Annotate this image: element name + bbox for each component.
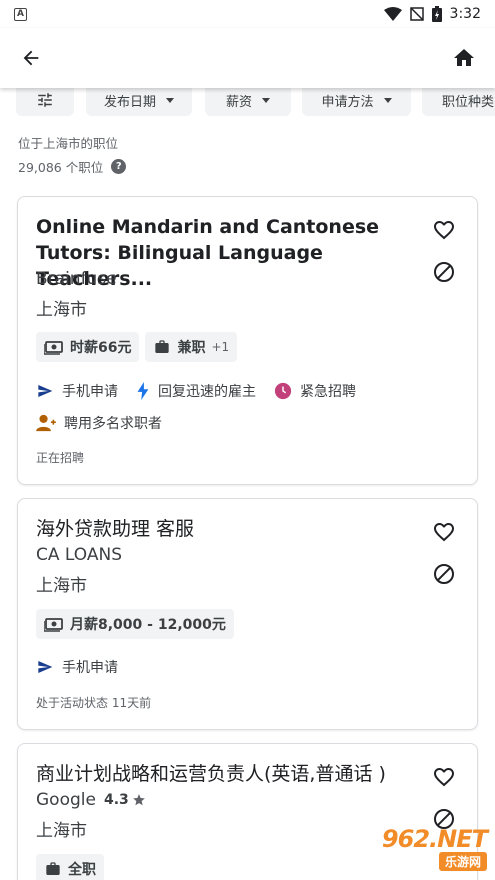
home-button[interactable] <box>447 41 481 75</box>
bolt-icon <box>137 382 149 400</box>
job-company: CA LOANS <box>36 545 122 565</box>
job-company: Brainfuse <box>36 269 117 289</box>
job-card[interactable]: Online Mandarin and Cantonese Tutors: Bi… <box>17 196 478 485</box>
results-location: 位于上海市的职位 <box>18 136 119 151</box>
company-rating: 4.3 <box>103 792 129 808</box>
person-add-icon <box>36 414 56 432</box>
job-type-tag-label: 全职 <box>68 862 96 878</box>
results-count-row: 29,086 个职位 ? <box>18 157 127 176</box>
briefcase-icon <box>46 862 60 875</box>
feature-label: 回复迅速的雇主 <box>158 384 256 400</box>
heart-outline-icon <box>434 768 454 787</box>
job-features: 手机申请 回复迅速的雇主 紧急招聘 <box>36 381 356 401</box>
feature-urgent: 紧急招聘 <box>274 381 356 401</box>
feature-label: 紧急招聘 <box>300 384 356 400</box>
home-icon <box>454 49 474 66</box>
save-job-button[interactable] <box>431 519 457 545</box>
hide-job-button[interactable] <box>431 561 457 587</box>
salary-tag-label: 时薪66元 <box>70 340 132 356</box>
filter-chip-job-type-label: 职位种类 <box>442 94 495 110</box>
caret-down-icon <box>262 97 270 103</box>
salary-tag-label: 月薪8,000 - 12,000元 <box>70 617 226 633</box>
salary-tag: 时薪66元 <box>36 332 140 362</box>
job-features-row2: 聘用多名求职者 <box>36 413 162 433</box>
send-icon <box>38 385 53 397</box>
filter-chip-apply-method-label: 申请方法 <box>321 94 374 110</box>
feature-mobile-apply: 手机申请 <box>36 381 118 401</box>
job-type-tag-extra: +1 <box>211 340 230 354</box>
feature-multiple-hires: 聘用多名求职者 <box>36 413 162 433</box>
heart-outline-icon <box>434 221 454 240</box>
job-tags: 月薪8,000 - 12,000元 <box>36 609 234 639</box>
signal-off-icon <box>409 7 424 21</box>
job-tags: 全职 <box>36 854 104 880</box>
caret-down-icon <box>166 97 174 103</box>
hide-job-button[interactable] <box>431 259 457 285</box>
results-count: 29,086 个职位 <box>18 160 104 175</box>
money-icon <box>44 341 63 355</box>
tune-icon <box>38 93 52 107</box>
job-company: Google <box>36 790 96 810</box>
back-button[interactable] <box>14 41 48 75</box>
filter-chip-job-type[interactable]: 职位种类 <box>422 84 495 116</box>
status-bar: A 3:32 <box>0 0 495 28</box>
job-status: 正在招聘 <box>36 451 85 465</box>
status-time: 3:32 <box>449 6 481 22</box>
filter-chips-row: 发布日期 薪资 申请方法 职位种类 <box>0 84 495 118</box>
arrow-left-icon <box>23 50 39 66</box>
help-icon[interactable]: ? <box>111 159 127 174</box>
job-card[interactable]: 海外贷款助理 客服 CA LOANS 上海市 月薪8,000 - 12,000元… <box>17 498 478 730</box>
watermark-bottom-text: 乐游网 <box>438 852 487 871</box>
filter-chip-salary[interactable]: 薪资 <box>205 84 291 116</box>
job-tags: 时薪66元 兼职 +1 <box>36 332 238 362</box>
job-company-row: Google 4.3 <box>36 790 146 810</box>
heart-outline-icon <box>434 523 454 542</box>
job-status: 处于活动状态 11天前 <box>36 696 152 710</box>
feature-label: 手机申请 <box>62 384 118 400</box>
job-title[interactable]: 商业计划战略和运营负责人(英语,普通话 ) <box>36 761 416 787</box>
save-job-button[interactable] <box>431 217 457 243</box>
salary-tag: 月薪8,000 - 12,000元 <box>36 609 234 639</box>
wifi-icon <box>383 7 402 21</box>
caret-down-icon <box>383 97 392 103</box>
job-type-tag: 全职 <box>36 854 104 880</box>
job-location: 上海市 <box>36 300 87 320</box>
battery-charging-icon <box>431 6 442 22</box>
block-icon <box>434 262 454 282</box>
filter-settings-button[interactable] <box>16 84 74 116</box>
notification-a-icon: A <box>14 7 27 21</box>
filter-chip-apply-method[interactable]: 申请方法 <box>302 84 411 116</box>
feature-mobile-apply: 手机申请 <box>36 657 118 677</box>
job-location: 上海市 <box>36 821 87 841</box>
watermark-logo: 962.NET 乐游网 <box>355 825 488 874</box>
send-icon <box>38 661 53 673</box>
feature-label: 聘用多名求职者 <box>64 416 162 432</box>
clock-icon <box>274 382 292 400</box>
watermark-top-text: 962.NET <box>381 825 488 853</box>
feature-label: 手机申请 <box>62 660 118 676</box>
filter-chip-date[interactable]: 发布日期 <box>86 84 192 116</box>
job-type-tag-label: 兼职 <box>177 340 206 356</box>
job-location: 上海市 <box>36 576 87 596</box>
job-title[interactable]: 海外贷款助理 客服 <box>36 516 416 542</box>
filter-chip-date-label: 发布日期 <box>103 94 156 110</box>
briefcase-icon <box>155 340 170 353</box>
feature-responsive-employer: 回复迅速的雇主 <box>136 381 256 401</box>
job-features: 手机申请 <box>36 657 118 677</box>
block-icon <box>434 564 454 584</box>
top-app-bar <box>0 28 495 88</box>
star-icon <box>132 794 145 806</box>
filter-chip-salary-label: 薪资 <box>225 94 252 110</box>
money-icon <box>44 618 63 632</box>
save-job-button[interactable] <box>431 764 457 790</box>
job-type-tag: 兼职 +1 <box>145 332 238 362</box>
